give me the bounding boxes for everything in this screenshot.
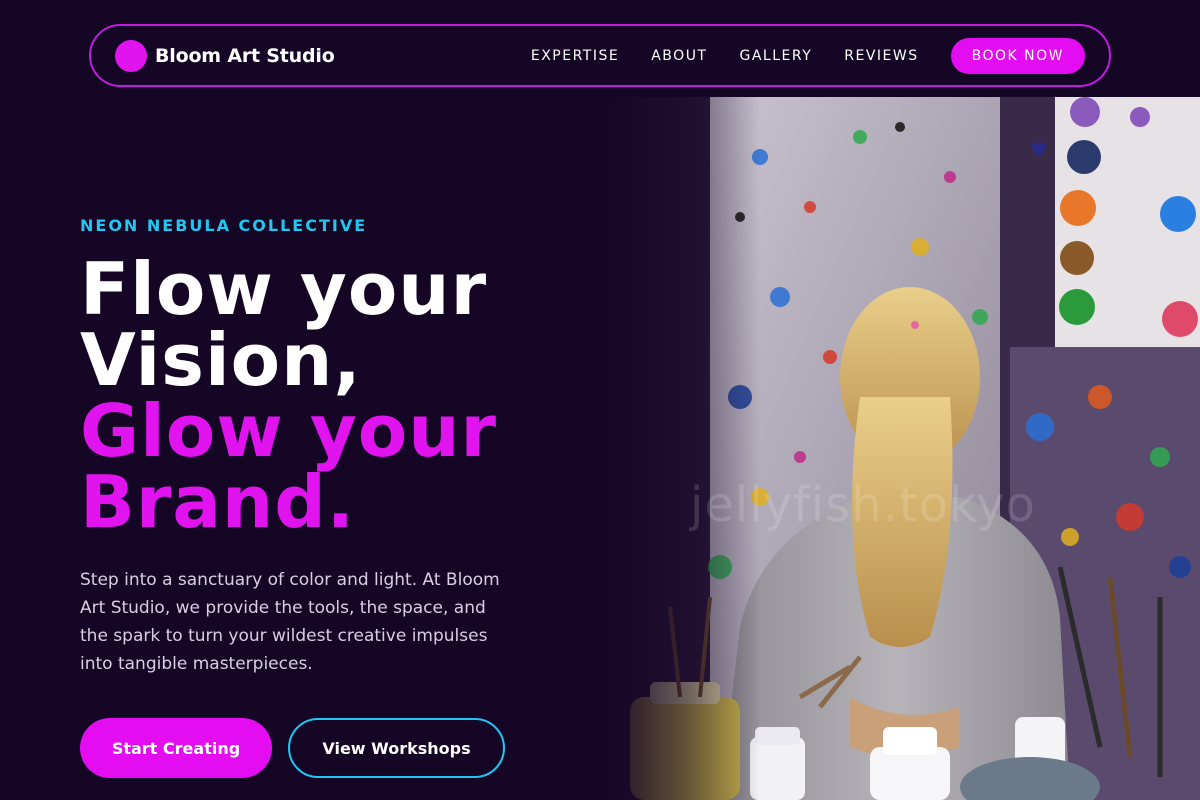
hero-description: Step into a sanctuary of color and light… — [80, 570, 500, 674]
hero-headline: Flow your Vision, Glow your Brand. — [80, 247, 497, 544]
headline-line-1: Flow your — [80, 247, 488, 331]
start-creating-button[interactable]: Start Creating — [80, 718, 272, 778]
nav-links: EXPERTISE ABOUT GALLERY REVIEWS BOOK NOW — [499, 37, 1085, 74]
top-navigation: Bloom Art Studio EXPERTISE ABOUT GALLERY… — [89, 24, 1111, 87]
nav-link-gallery[interactable]: GALLERY — [740, 48, 813, 64]
view-workshops-button[interactable]: View Workshops — [288, 718, 505, 778]
hero-photo: ♥ jellyfish.tokyo — [600, 97, 1200, 800]
brand-name[interactable]: Bloom Art Studio — [155, 45, 335, 67]
image-watermark: jellyfish.tokyo — [690, 477, 1036, 533]
logo-dot-icon[interactable] — [115, 39, 147, 72]
nav-link-reviews[interactable]: REVIEWS — [844, 48, 918, 64]
headline-line-2: Vision, — [80, 318, 362, 402]
book-now-button[interactable]: BOOK NOW — [950, 37, 1085, 74]
landing-page: Bloom Art Studio EXPERTISE ABOUT GALLERY… — [0, 0, 1200, 800]
hero-eyebrow: NEON NEBULA COLLECTIVE — [80, 216, 368, 235]
svg-text:♥: ♥ — [1030, 138, 1048, 162]
headline-line-3: Glow your — [80, 389, 497, 473]
headline-line-4: Brand. — [80, 460, 356, 544]
nav-link-about[interactable]: ABOUT — [651, 48, 707, 64]
image-fade-overlay — [600, 97, 760, 800]
nav-link-expertise[interactable]: EXPERTISE — [531, 48, 619, 64]
